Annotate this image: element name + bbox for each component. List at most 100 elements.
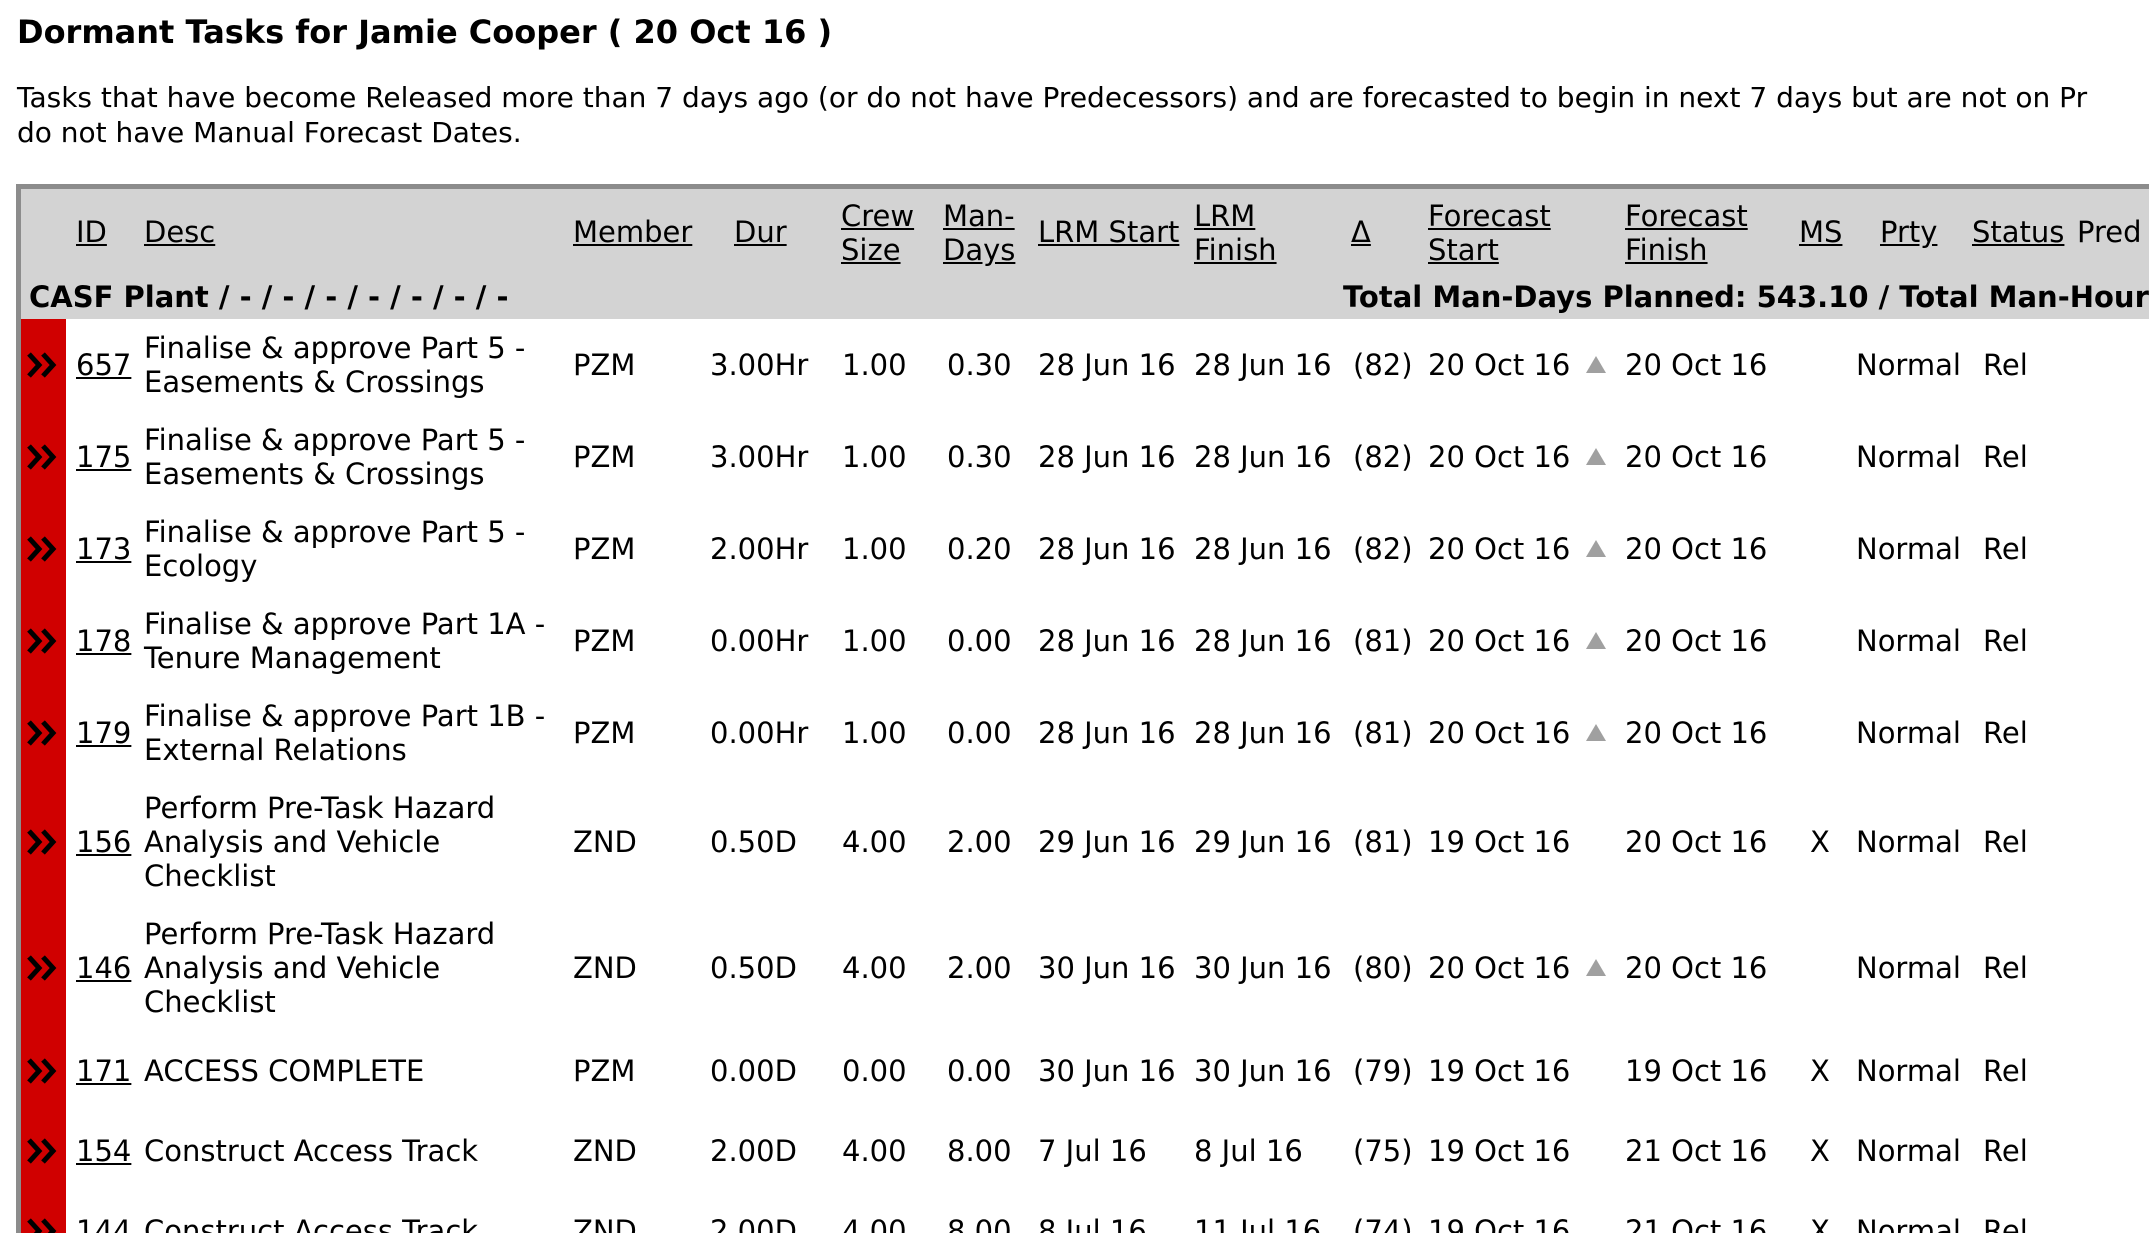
column-header-forecast-finish[interactable]: Forecast Finish bbox=[1625, 199, 1748, 267]
column-header-id[interactable]: ID bbox=[76, 215, 107, 249]
task-forecast-finish: 20 Oct 16 bbox=[1625, 716, 1768, 750]
column-header-status[interactable]: Status bbox=[1972, 215, 2064, 249]
task-delta: (79) bbox=[1353, 1054, 1413, 1088]
triangle-up-icon bbox=[1586, 724, 1606, 741]
task-id-link[interactable]: 156 bbox=[76, 825, 131, 859]
task-man-days: 0.30 bbox=[947, 440, 1012, 474]
task-duration: 0.00D bbox=[710, 1054, 797, 1088]
task-member: PZM bbox=[573, 348, 636, 382]
column-header-delta[interactable]: Δ bbox=[1351, 215, 1371, 249]
column-header-member[interactable]: Member bbox=[573, 215, 692, 249]
triangle-up-icon bbox=[1586, 448, 1606, 465]
table-row: 179 Finalise & approve Part 1B - External… bbox=[21, 687, 2149, 779]
table-row: 146 Perform Pre-Task Hazard Analysis and … bbox=[21, 905, 2149, 1031]
column-header-lrm-start[interactable]: LRM Start bbox=[1038, 215, 1179, 249]
row-flag bbox=[21, 503, 66, 595]
task-description: Perform Pre-Task Hazard Analysis and Veh… bbox=[144, 917, 496, 1019]
task-delta: (80) bbox=[1353, 951, 1413, 985]
table-row: 178 Finalise & approve Part 1A - Tenure M… bbox=[21, 595, 2149, 687]
task-forecast-finish: 20 Oct 16 bbox=[1625, 440, 1768, 474]
task-id-link[interactable]: 146 bbox=[76, 951, 131, 985]
task-duration: 0.00Hr bbox=[710, 716, 809, 750]
task-crew-size: 1.00 bbox=[842, 348, 907, 382]
task-id-link[interactable]: 179 bbox=[76, 716, 131, 750]
column-header-pred: Pred bbox=[2077, 215, 2142, 249]
row-flag bbox=[21, 1111, 66, 1191]
task-id-link[interactable]: 144 bbox=[76, 1214, 131, 1233]
task-description: Finalise & approve Part 1B - External Re… bbox=[144, 699, 546, 767]
group-row: CASF Plant / - / - / - / - / - / - / - T… bbox=[21, 275, 2149, 319]
task-status: Rel bbox=[1983, 1134, 2028, 1168]
column-header-desc[interactable]: Desc bbox=[144, 215, 215, 249]
column-header-crew-size[interactable]: Crew Size bbox=[841, 199, 914, 267]
task-id-link[interactable]: 178 bbox=[76, 624, 131, 658]
task-lrm-start: 30 Jun 16 bbox=[1038, 951, 1176, 985]
task-status: Rel bbox=[1983, 716, 2028, 750]
task-description: Finalise & approve Part 5 - Easements & … bbox=[144, 423, 526, 491]
row-flag bbox=[21, 595, 66, 687]
task-description: Finalise & approve Part 1A - Tenure Mana… bbox=[144, 607, 546, 675]
task-crew-size: 4.00 bbox=[842, 1214, 907, 1233]
task-crew-size: 1.00 bbox=[842, 716, 907, 750]
triangle-up-icon bbox=[1586, 356, 1606, 373]
column-header-ms[interactable]: MS bbox=[1799, 215, 1842, 249]
task-forecast-start: 19 Oct 16 bbox=[1428, 1134, 1571, 1168]
task-status: Rel bbox=[1983, 440, 2028, 474]
task-forecast-start: 20 Oct 16 bbox=[1428, 716, 1571, 750]
task-delta: (74) bbox=[1353, 1214, 1413, 1233]
task-lrm-start: 28 Jun 16 bbox=[1038, 532, 1176, 566]
column-header-forecast-start[interactable]: Forecast Start bbox=[1428, 199, 1551, 267]
double-chevron-right-icon bbox=[27, 1218, 57, 1233]
task-id-link[interactable]: 171 bbox=[76, 1054, 131, 1088]
tasks-table: ID Desc Member Dur Crew Size Man- Days L… bbox=[16, 184, 2149, 1233]
task-forecast-finish: 19 Oct 16 bbox=[1625, 1054, 1768, 1088]
task-id-link[interactable]: 173 bbox=[76, 532, 131, 566]
table-row: 171 ACCESS COMPLETE PZM 0.00D 0.00 0.00 30 Jun… bbox=[21, 1031, 2149, 1111]
table-row: 144 Construct Access Track ZND 2.00D 4.00 8.0… bbox=[21, 1191, 2149, 1233]
task-member: ZND bbox=[573, 825, 637, 859]
double-chevron-right-icon bbox=[27, 444, 57, 470]
task-status: Rel bbox=[1983, 348, 2028, 382]
task-man-days: 0.20 bbox=[947, 532, 1012, 566]
task-priority: Normal bbox=[1856, 951, 1961, 985]
task-lrm-finish: 28 Jun 16 bbox=[1194, 348, 1332, 382]
task-id-link[interactable]: 175 bbox=[76, 440, 131, 474]
double-chevron-right-icon bbox=[27, 536, 57, 562]
double-chevron-right-icon bbox=[27, 1058, 57, 1084]
double-chevron-right-icon bbox=[27, 1138, 57, 1164]
task-priority: Normal bbox=[1856, 440, 1961, 474]
triangle-up-icon bbox=[1586, 959, 1606, 976]
group-total: Total Man-Days Planned: 543.10 / Total M… bbox=[1343, 280, 2149, 314]
task-duration: 0.50D bbox=[710, 951, 797, 985]
row-flag bbox=[21, 687, 66, 779]
task-forecast-start: 19 Oct 16 bbox=[1428, 1214, 1571, 1233]
column-header-man-days[interactable]: Man- Days bbox=[943, 199, 1015, 267]
double-chevron-right-icon bbox=[27, 720, 57, 746]
page-title: Dormant Tasks for Jamie Cooper ( 20 Oct … bbox=[17, 13, 833, 51]
task-member: PZM bbox=[573, 716, 636, 750]
task-lrm-start: 28 Jun 16 bbox=[1038, 624, 1176, 658]
task-man-days: 0.00 bbox=[947, 716, 1012, 750]
task-status: Rel bbox=[1983, 624, 2028, 658]
task-status: Rel bbox=[1983, 532, 2028, 566]
task-lrm-finish: 28 Jun 16 bbox=[1194, 624, 1332, 658]
task-lrm-finish: 30 Jun 16 bbox=[1194, 951, 1332, 985]
task-delta: (81) bbox=[1353, 825, 1413, 859]
task-man-days: 8.00 bbox=[947, 1214, 1012, 1233]
column-header-prty[interactable]: Prty bbox=[1880, 215, 1937, 249]
task-lrm-finish: 28 Jun 16 bbox=[1194, 440, 1332, 474]
column-header-dur[interactable]: Dur bbox=[734, 215, 787, 249]
task-priority: Normal bbox=[1856, 1214, 1961, 1233]
task-id-link[interactable]: 154 bbox=[76, 1134, 131, 1168]
task-priority: Normal bbox=[1856, 348, 1961, 382]
task-forecast-start: 20 Oct 16 bbox=[1428, 440, 1571, 474]
task-milestone: X bbox=[1810, 1214, 1830, 1233]
task-id-link[interactable]: 657 bbox=[76, 348, 131, 382]
task-status: Rel bbox=[1983, 1214, 2028, 1233]
column-header-lrm-finish[interactable]: LRM Finish bbox=[1194, 199, 1277, 267]
task-lrm-start: 28 Jun 16 bbox=[1038, 348, 1176, 382]
table-row: 175 Finalise & approve Part 5 - Easements… bbox=[21, 411, 2149, 503]
task-duration: 0.00Hr bbox=[710, 624, 809, 658]
task-member: ZND bbox=[573, 1214, 637, 1233]
task-man-days: 2.00 bbox=[947, 951, 1012, 985]
